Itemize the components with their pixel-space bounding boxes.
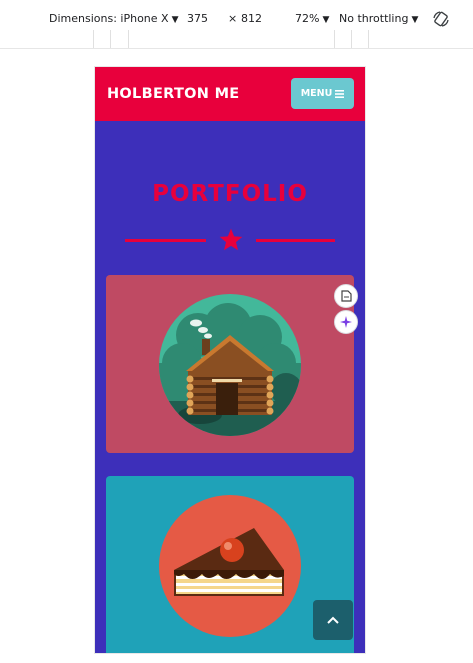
cabin-icon	[159, 294, 301, 436]
device-viewport: HOLBERTON ME MENU PORTFOLIO	[95, 67, 365, 653]
times-symbol: ×	[228, 12, 238, 25]
media-query-ruler[interactable]	[0, 30, 473, 49]
divider-line-right	[256, 239, 335, 242]
hamburger-icon	[335, 89, 345, 98]
star-icon	[219, 228, 243, 251]
width-input[interactable]: 375	[187, 12, 208, 25]
caret-down-icon: ▼	[411, 15, 419, 25]
caret-down-icon: ▼	[322, 15, 330, 25]
height-input[interactable]: 812	[241, 12, 262, 25]
device-select[interactable]: Dimensions: iPhone X ▼	[49, 12, 179, 25]
rotate-icon[interactable]	[432, 10, 450, 28]
cake-icon	[159, 495, 301, 637]
brand-logo[interactable]: HOLBERTON ME	[107, 86, 240, 102]
chevron-up-icon	[327, 616, 339, 624]
zoom-label: 72%	[295, 12, 320, 25]
menu-button[interactable]: MENU	[291, 78, 354, 109]
divider-line-left	[125, 239, 206, 242]
throttling-label: No throttling	[339, 12, 409, 25]
navbar: HOLBERTON ME MENU	[95, 67, 365, 121]
back-to-top-button[interactable]	[313, 600, 353, 640]
portfolio-item[interactable]	[106, 275, 354, 453]
throttling-select[interactable]: No throttling ▼	[339, 12, 418, 25]
section-title: PORTFOLIO	[152, 181, 308, 207]
caret-down-icon: ▼	[171, 15, 179, 25]
sparkle-icon-button[interactable]	[334, 310, 358, 334]
sparkle-icon	[340, 316, 352, 328]
menu-label: MENU	[300, 88, 333, 99]
page-icon	[340, 290, 352, 302]
zoom-select[interactable]: 72% ▼	[295, 12, 329, 25]
device-label: Dimensions: iPhone X	[49, 12, 169, 25]
page-icon-button[interactable]	[334, 284, 358, 308]
